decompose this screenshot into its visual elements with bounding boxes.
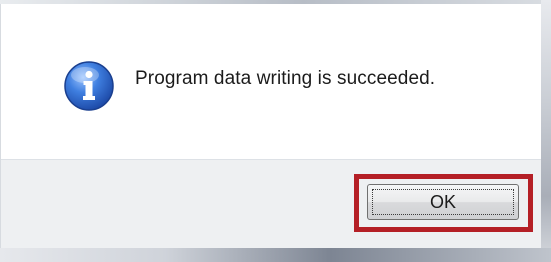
window-frame-right [541, 0, 551, 262]
dialog-content: Program data writing is succeeded. [1, 4, 542, 159]
ok-button[interactable]: OK [367, 184, 519, 220]
screenshot-stage: Program data writing is succeeded. OK [0, 0, 551, 262]
window-frame-bottom [0, 248, 551, 262]
information-icon [64, 61, 114, 111]
dialog-message: Program data writing is succeeded. [135, 68, 436, 89]
